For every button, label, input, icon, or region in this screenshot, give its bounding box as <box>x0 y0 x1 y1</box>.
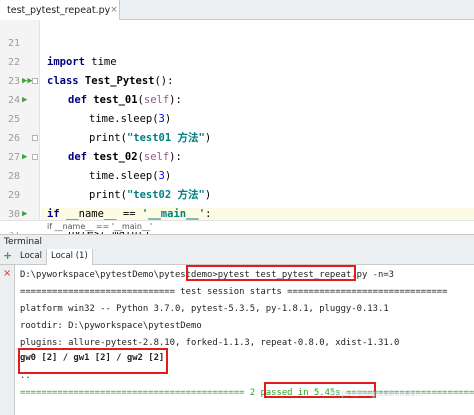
terminal-tab-bar: + Local Local (1) <box>0 249 474 265</box>
code-text: ) <box>164 170 172 182</box>
line-number: 21 <box>7 38 20 49</box>
code-text: time.sleep( <box>89 113 159 125</box>
watermark: https://blog.csdn.net/... <box>330 389 424 398</box>
line-number: 25 <box>7 114 20 125</box>
workers-highlight-box <box>18 348 168 374</box>
code-line: def test_01(self): <box>47 91 474 110</box>
line-number: 26 <box>7 133 20 144</box>
keyword: class <box>47 75 79 87</box>
line-number: 29 <box>7 190 20 201</box>
terminal-line: platform win32 -- Python 3.7.0, pytest-5… <box>20 304 389 314</box>
line-number: 24 <box>7 95 20 106</box>
terminal-line: rootdir: D:\pyworkspace\pytestDemo <box>20 321 202 331</box>
fold-icon[interactable] <box>32 135 38 141</box>
function-name: test_02 <box>86 151 138 163</box>
terminal-line: ============================= test sessi… <box>20 287 448 297</box>
code-line: class Test_Pytest(): <box>47 72 474 91</box>
command-highlight-box <box>186 265 356 281</box>
editor-tab-label: test_pytest_repeat.py <box>7 4 111 16</box>
close-terminal-icon[interactable]: × <box>3 268 11 279</box>
code-text: : <box>205 208 212 220</box>
editor-tab-bar: test_pytest_repeat.py × <box>0 0 474 20</box>
line-number: 23 <box>7 76 20 87</box>
string-literal: "test01 方法" <box>126 132 205 144</box>
code-text: time.sleep( <box>89 170 159 182</box>
self-param: self <box>143 94 170 106</box>
self-param: self <box>143 151 170 163</box>
gutter: 21 22 23 24 25 26 27 28 29 30 31 ▶▶ ▶ ▶ … <box>0 20 40 239</box>
fold-icon[interactable] <box>32 78 38 84</box>
fold-icon[interactable] <box>32 154 38 160</box>
code-text: ): <box>169 94 182 106</box>
class-name: Test_Pytest <box>78 75 155 87</box>
breadcrumb[interactable]: if __name__ == '__main__' <box>0 220 474 232</box>
keyword: def <box>68 151 87 163</box>
code-line: time.sleep(3) <box>47 167 474 186</box>
code-editor[interactable]: 21 22 23 24 25 26 27 28 29 30 31 ▶▶ ▶ ▶ … <box>0 20 474 239</box>
terminal-title: Terminal <box>0 234 474 249</box>
line-number: 27 <box>7 152 20 163</box>
code-line: def test_02(self): <box>47 148 474 167</box>
run-test-icon[interactable]: ▶ <box>22 148 27 167</box>
terminal-tab-local-1[interactable]: Local (1) <box>46 249 93 265</box>
code-text: ): <box>169 151 182 163</box>
code-line: import time <box>47 53 474 72</box>
function-name: test_01 <box>86 94 138 106</box>
code-text: ) <box>164 113 172 125</box>
keyword: if <box>47 208 60 220</box>
code-text: (): <box>154 75 174 87</box>
new-terminal-icon[interactable]: + <box>3 249 12 262</box>
summary-rule: ========================================… <box>20 388 245 398</box>
terminal-sidebar: × <box>0 265 15 415</box>
string-literal: '__main__' <box>141 208 206 220</box>
code-line: print("test02 方法") <box>47 186 474 205</box>
run-test-icon[interactable]: ▶ <box>22 91 27 110</box>
close-icon[interactable]: × <box>110 5 118 15</box>
line-number: 28 <box>7 171 20 182</box>
code-line: time.sleep(3) <box>47 110 474 129</box>
terminal-tab-local[interactable]: Local <box>16 249 48 265</box>
code-text: ) <box>204 132 212 144</box>
editor-tab[interactable]: test_pytest_repeat.py × <box>0 0 120 20</box>
string-literal: "test02 方法" <box>126 189 205 201</box>
code-text: ) <box>204 189 212 201</box>
keyword: def <box>68 94 87 106</box>
code-text: print( <box>89 132 127 144</box>
code-text: __name__ == <box>59 208 142 220</box>
code-text: print( <box>89 189 127 201</box>
code-line: print("test01 方法") <box>47 129 474 148</box>
ide-window: test_pytest_repeat.py × 21 22 23 24 25 2… <box>0 0 474 415</box>
keyword: import <box>47 56 85 68</box>
line-number: 22 <box>7 57 20 68</box>
code-text: time <box>84 56 117 68</box>
